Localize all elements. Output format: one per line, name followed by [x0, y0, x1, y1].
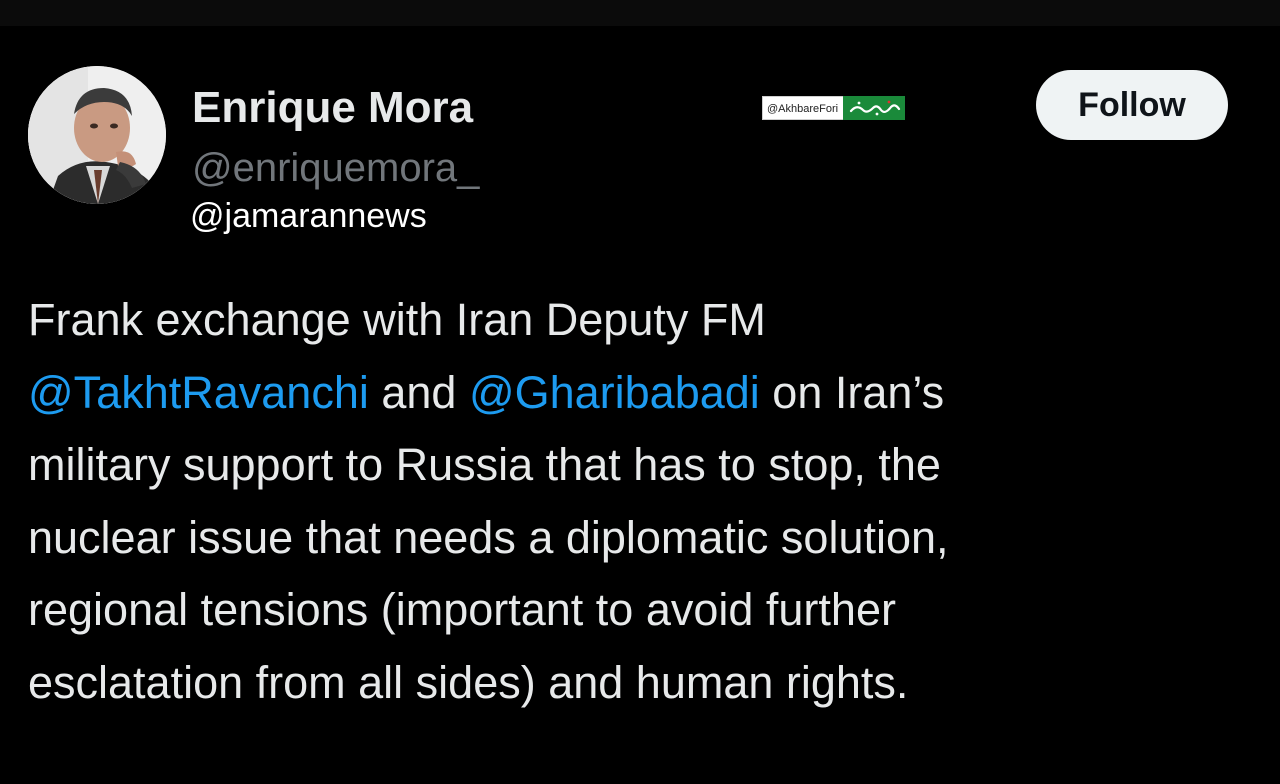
watermark-handle: @AkhbareFori — [762, 96, 844, 120]
author-display-name[interactable]: Enrique Mora — [192, 82, 473, 134]
tweet-line: @TakhtRavanchi and @Gharibabadi on Iran’… — [28, 357, 1248, 430]
tweet-line: regional tensions (important to avoid fu… — [28, 584, 896, 635]
tweet-text: Frank exchange with Iran Deputy FM @Takh… — [28, 284, 1248, 719]
watermark-logo-icon — [843, 96, 906, 120]
overlay-source-handle: @jamarannews — [190, 197, 427, 235]
avatar[interactable] — [28, 66, 166, 204]
tweet-line: military support to Russia that has to s… — [28, 439, 941, 490]
tweet-screen: Enrique Mora @enriquemora_ @jamarannews … — [0, 0, 1280, 784]
mention-link-gharibabadi[interactable]: @Gharibabadi — [469, 367, 760, 418]
mention-link-takhtravanchi[interactable]: @TakhtRavanchi — [28, 367, 369, 418]
tweet-text-fragment: and — [368, 366, 469, 418]
tweet-line: Frank exchange with Iran Deputy FM — [28, 294, 766, 345]
tweet-text-fragment: on Iran’s — [759, 366, 945, 418]
author-handle[interactable]: @enriquemora_ — [192, 144, 479, 192]
top-strip — [0, 0, 1280, 26]
tweet-line: esclatation from all sides) and human ri… — [28, 656, 909, 708]
tweet-line: nuclear issue that needs a diplomatic so… — [28, 511, 949, 563]
watermark: @AkhbareFori — [762, 96, 906, 120]
profile-photo-icon — [28, 66, 166, 204]
follow-button[interactable]: Follow — [1036, 70, 1228, 140]
